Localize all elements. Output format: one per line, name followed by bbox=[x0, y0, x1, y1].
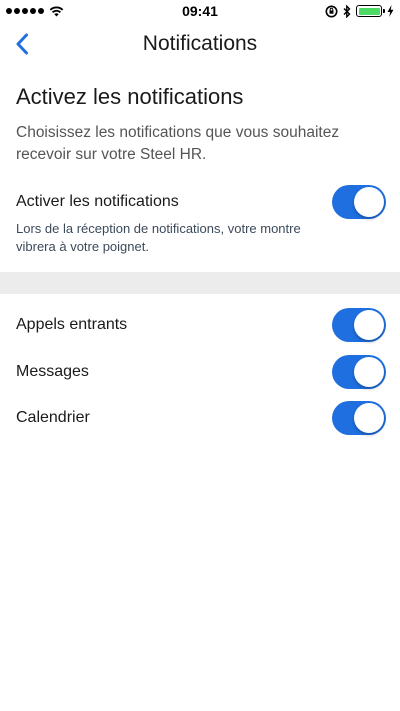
wifi-icon bbox=[49, 6, 64, 16]
intro-heading: Activez les notifications bbox=[16, 84, 244, 109]
intro-description: Choisissez les notifications que vous so… bbox=[16, 124, 340, 163]
messages-label: Messages bbox=[16, 362, 89, 380]
intro-section: Activez les notifications Choisissez les… bbox=[16, 84, 384, 166]
enable-notifications-row: Activer les notifications bbox=[16, 184, 386, 220]
notification-types-list: Appels entrants Messages Calendrier bbox=[16, 302, 386, 442]
toggle-knob bbox=[354, 403, 384, 434]
calendrier-label: Calendrier bbox=[16, 409, 90, 427]
signal-strength-icon bbox=[6, 8, 44, 14]
chevron-left-icon bbox=[16, 33, 28, 55]
status-bar: 09:41 bbox=[0, 0, 400, 22]
appels-entrants-label: Appels entrants bbox=[16, 316, 128, 334]
toggle-knob bbox=[354, 310, 384, 341]
navigation-bar: Notifications bbox=[0, 22, 400, 66]
charging-icon bbox=[387, 5, 394, 17]
bluetooth-icon bbox=[343, 4, 351, 18]
list-item-messages: Messages bbox=[16, 349, 386, 396]
toggle-knob bbox=[354, 356, 384, 387]
calendrier-toggle[interactable] bbox=[332, 401, 386, 436]
battery-fill bbox=[358, 7, 380, 15]
status-left bbox=[6, 6, 64, 17]
enable-notifications-label: Activer les notifications bbox=[16, 193, 179, 210]
enable-notifications-help: Lors de la réception de notifications, v… bbox=[16, 221, 301, 254]
messages-toggle[interactable] bbox=[332, 354, 386, 389]
list-item-appels-entrants: Appels entrants bbox=[16, 302, 386, 349]
notifications-screen: 09:41 Notifications Activez les notifica… bbox=[0, 0, 400, 711]
appels-entrants-toggle[interactable] bbox=[332, 308, 386, 343]
enable-notifications-toggle[interactable] bbox=[332, 185, 386, 219]
list-item-calendrier: Calendrier bbox=[16, 395, 386, 442]
section-separator bbox=[0, 272, 400, 294]
battery-icon bbox=[356, 5, 385, 17]
page-title: Notifications bbox=[142, 32, 258, 55]
orientation-lock-icon bbox=[325, 5, 338, 17]
enable-notifications-section: Activer les notifications Lors de la réc… bbox=[16, 184, 386, 256]
toggle-knob bbox=[354, 187, 384, 217]
back-button[interactable] bbox=[6, 28, 38, 60]
status-right bbox=[325, 4, 394, 18]
